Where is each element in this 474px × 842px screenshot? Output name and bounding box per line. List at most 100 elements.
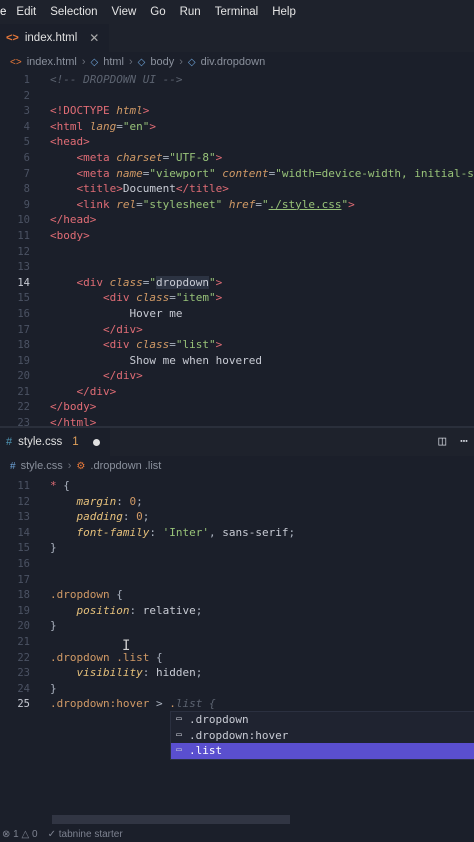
code-line[interactable]: 20} <box>0 618 474 634</box>
code-line[interactable]: 8 <title>Document</title> <box>0 181 474 197</box>
code-token: Hover me <box>129 306 183 320</box>
code-line[interactable]: 13 padding: 0; <box>0 509 474 525</box>
code-token: "stylesheet" <box>142 197 223 211</box>
code-line[interactable]: 24} <box>0 681 474 697</box>
suggestion-item-selected[interactable]: ▭ .list <box>171 743 474 759</box>
horizontal-scrollbar[interactable] <box>52 815 290 824</box>
code-line[interactable]: 18 <div class="list"> <box>0 337 474 353</box>
code-line[interactable]: 19 position: relative; <box>0 603 474 619</box>
menu-terminal[interactable]: Terminal <box>215 6 258 18</box>
code-line[interactable]: 11 <body> <box>0 228 474 244</box>
code-line[interactable]: 14 font-family: 'Inter', sans-serif; <box>0 525 474 541</box>
breadcrumb-file[interactable]: index.html <box>27 56 77 68</box>
code-line[interactable]: 16 Hover me <box>0 306 474 322</box>
suggestion-item[interactable]: ▭ .dropdown:hover <box>171 728 474 744</box>
code-line[interactable]: 17 </div> <box>0 322 474 338</box>
line-number: 13 <box>17 511 30 524</box>
code-token: : <box>129 603 143 617</box>
extension-status[interactable]: ✓ tabnine starter <box>48 829 123 840</box>
problem-count-badge: 1 <box>72 436 79 448</box>
code-line[interactable]: 18 .dropdown { <box>0 587 474 603</box>
tab-index-html[interactable]: <> index.html ✕ <box>0 24 110 52</box>
element-icon: ◇ <box>187 56 196 68</box>
menu-view[interactable]: View <box>112 6 137 18</box>
suggestion-item[interactable]: ▭ .dropdown <box>171 712 474 728</box>
problems-indicator[interactable]: ⊗ 1 △ 0 <box>2 829 38 840</box>
code-token: 'Inter' <box>162 525 209 539</box>
code-line[interactable]: 10 </head> <box>0 212 474 228</box>
code-text: <!-- DROPDOWN UI --> <box>50 73 182 86</box>
line-number: 18 <box>17 589 30 602</box>
breadcrumb-body[interactable]: body <box>150 56 174 68</box>
code-text: <title>Document</title> <box>50 182 229 195</box>
code-line[interactable]: 20 </div> <box>0 368 474 384</box>
breadcrumb-div-dropdown[interactable]: div.dropdown <box>201 56 266 68</box>
line-number: 5 <box>23 136 30 149</box>
code-line[interactable]: 21 </div> <box>0 384 474 400</box>
line-number: 14 <box>17 276 30 289</box>
code-line[interactable]: 13 <box>0 259 474 275</box>
code-line[interactable]: 5 <head> <box>0 134 474 150</box>
split-editor-icon[interactable]: ◫ <box>438 434 446 449</box>
code-token: </head> <box>50 213 97 227</box>
code-text: </div> <box>50 323 143 336</box>
code-token: " <box>149 275 156 289</box>
code-line[interactable]: 12 <box>0 244 474 260</box>
code-line[interactable]: 22 .dropdown .list { <box>0 650 474 666</box>
menu-run[interactable]: Run <box>180 6 201 18</box>
code-line[interactable]: 3 <!DOCTYPE html> <box>0 103 474 119</box>
code-token: : <box>116 494 130 508</box>
code-line[interactable]: 19 Show me when hovered <box>0 353 474 369</box>
menu-help[interactable]: Help <box>272 6 296 18</box>
more-actions-icon[interactable]: ⋯ <box>460 434 468 449</box>
code-line[interactable]: 6 <meta charset="UTF-8"> <box>0 150 474 166</box>
autocomplete-suggest-widget[interactable]: ▭ .dropdown ▭ .dropdown:hover ▭ .list <box>170 711 474 760</box>
code-line[interactable]: 23 visibility: hidden; <box>0 665 474 681</box>
line-number: 16 <box>17 307 30 320</box>
code-token: list { <box>175 697 216 711</box>
code-line[interactable]: 1 <!-- DROPDOWN UI --> <box>0 72 474 88</box>
code-text: <div class="list"> <box>50 338 222 351</box>
line-number: 4 <box>23 120 30 133</box>
menu-go[interactable]: Go <box>150 6 165 18</box>
breadcrumb-file[interactable]: style.css <box>21 460 63 472</box>
code-line[interactable]: 22 </body> <box>0 399 474 415</box>
code-token: ; <box>288 525 296 539</box>
code-token: Document <box>122 182 176 196</box>
bottom-tab-bar: # style.css 1 ◫ ⋯ <box>0 428 474 456</box>
line-number: 15 <box>17 292 30 305</box>
code-line[interactable]: 12 margin: 0; <box>0 494 474 510</box>
breadcrumb-selector[interactable]: .dropdown .list <box>90 460 161 472</box>
code-line[interactable]: 25 .dropdown:hover > .list { <box>0 696 474 712</box>
menu-edit[interactable]: Edit <box>16 6 36 18</box>
close-icon[interactable]: ✕ <box>89 31 99 45</box>
line-number: 17 <box>17 323 30 336</box>
html-editor[interactable]: 1 <!-- DROPDOWN UI --> 2 3 <!DOCTYPE html> 4 <… <box>0 72 474 428</box>
breadcrumb-html[interactable]: html <box>103 56 124 68</box>
code-token: > <box>142 104 150 118</box>
code-line[interactable]: 2 <box>0 88 474 104</box>
code-line[interactable]: 17 <box>0 572 474 588</box>
code-line[interactable]: 14 <div class="dropdown"> <box>0 275 474 291</box>
code-line[interactable]: 9 <link rel="stylesheet" href="./style.c… <box>0 197 474 213</box>
code-text: </body> <box>50 400 96 413</box>
code-line[interactable]: 15} <box>0 540 474 556</box>
code-line[interactable]: 16 <box>0 556 474 572</box>
code-line[interactable]: 4 <html lang="en"> <box>0 119 474 135</box>
line-number: 23 <box>17 667 30 680</box>
code-line[interactable]: 15 <div class="item"> <box>0 290 474 306</box>
code-line[interactable]: 21 <box>0 634 474 650</box>
code-line[interactable]: 7 <meta name="viewport" content="width=d… <box>0 166 474 182</box>
code-token: dropdown <box>156 275 209 289</box>
code-token: "UTF-8" <box>169 150 216 164</box>
code-token: { <box>155 650 163 664</box>
line-number: 3 <box>23 105 30 118</box>
code-text: .dropdown { <box>50 588 123 601</box>
menu-selection[interactable]: Selection <box>50 6 97 18</box>
unsaved-dot-icon[interactable] <box>92 438 100 446</box>
code-text: <div class="item"> <box>50 291 222 304</box>
code-line[interactable]: 11 * { <box>0 478 474 494</box>
tab-style-css[interactable]: # style.css 1 <box>0 428 110 456</box>
css-editor[interactable]: 11 * {12 margin: 0; 13 padding: 0; 14 font-… <box>0 478 474 718</box>
code-token: lang <box>89 119 117 133</box>
